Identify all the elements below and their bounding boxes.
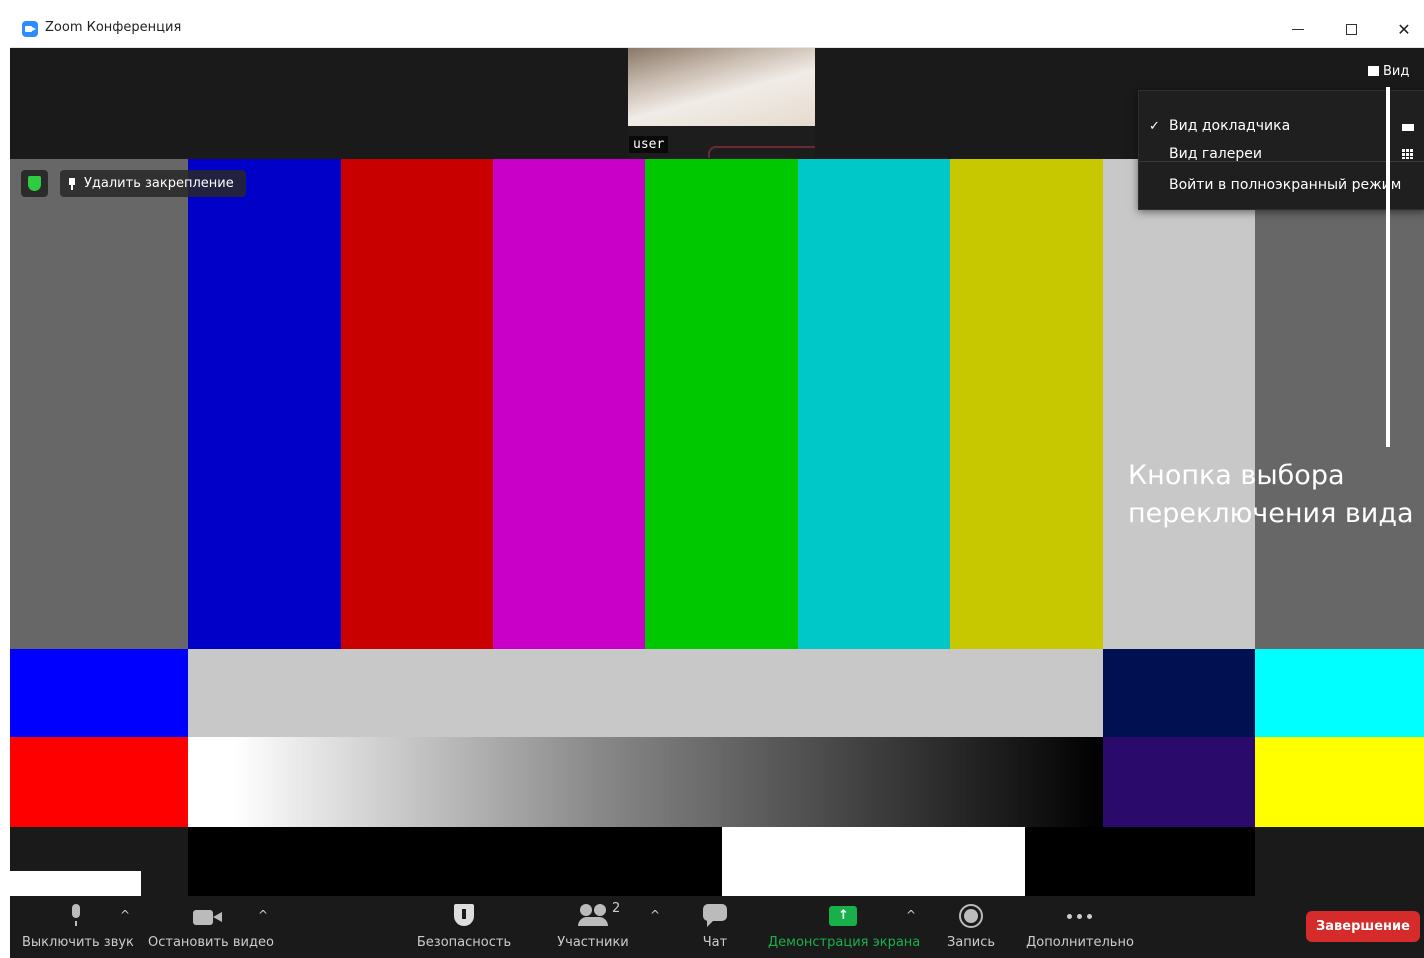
speaker-view-icon bbox=[1368, 66, 1379, 76]
color-bar-gray bbox=[10, 159, 188, 649]
color-block-black bbox=[188, 827, 722, 896]
more-button[interactable]: Дополнительно bbox=[1025, 896, 1135, 958]
maximize-icon bbox=[1345, 23, 1357, 35]
maximize-button[interactable] bbox=[1331, 16, 1371, 42]
menu-item-gallery-view[interactable]: Вид галереи bbox=[1139, 141, 1424, 167]
shield-check-icon bbox=[28, 176, 41, 191]
color-block-indigo bbox=[1103, 737, 1255, 827]
zoom-app-icon bbox=[22, 21, 38, 37]
color-bar-cyan bbox=[798, 159, 950, 649]
menu-divider bbox=[1139, 161, 1424, 162]
audio-options-chevron-icon[interactable]: ^ bbox=[120, 908, 130, 922]
participant-name: user bbox=[629, 136, 669, 153]
title-bar: Zoom Конференция ✕ bbox=[10, 11, 1424, 48]
color-block-gray bbox=[188, 649, 1103, 737]
close-icon: ✕ bbox=[1397, 19, 1411, 39]
grayscale-gradient bbox=[188, 737, 1103, 827]
chat-button[interactable]: Чат bbox=[690, 896, 740, 958]
record-icon bbox=[959, 904, 983, 928]
end-meeting-button[interactable]: Завершение bbox=[1306, 911, 1420, 942]
more-dots-icon bbox=[1065, 912, 1095, 920]
encryption-shield-badge[interactable] bbox=[21, 170, 48, 197]
speaker-view-icon bbox=[1402, 121, 1414, 131]
color-block-white bbox=[722, 827, 1025, 896]
shield-icon bbox=[454, 904, 474, 928]
remove-pin-label: Удалить закрепление bbox=[84, 176, 234, 191]
view-button-label: Вид bbox=[1383, 63, 1410, 79]
menu-item-fullscreen[interactable]: Войти в полноэкранный режим bbox=[1139, 172, 1424, 198]
participants-button[interactable]: 2 Участники bbox=[553, 896, 633, 958]
color-bar-green bbox=[645, 159, 798, 649]
annotation-pointer-line bbox=[1386, 87, 1390, 447]
menu-item-speaker-view[interactable]: ✓ Вид докладчика bbox=[1139, 113, 1424, 139]
color-block-navy bbox=[1103, 649, 1255, 737]
security-button[interactable]: Безопасность bbox=[416, 896, 512, 958]
participants-options-chevron-icon[interactable]: ^ bbox=[650, 908, 660, 922]
video-options-chevron-icon[interactable]: ^ bbox=[258, 908, 268, 922]
annotation-text: Кнопка выбора переключения вида bbox=[1128, 460, 1414, 529]
pin-icon bbox=[68, 177, 76, 190]
share-screen-arrow-icon: ↑ bbox=[829, 906, 857, 926]
remove-pin-button[interactable]: Удалить закрепление bbox=[60, 170, 246, 197]
window-title: Zoom Конференция bbox=[45, 20, 182, 35]
chat-bubble-icon bbox=[703, 904, 727, 927]
meeting-toolbar: Выключить звук ^ Остановить видео ^ Безо… bbox=[10, 896, 1424, 958]
participants-count: 2 bbox=[612, 901, 621, 916]
zoom-window: Zoom Конференция ✕ user Вид Удалить закр… bbox=[10, 11, 1424, 958]
color-bar-gray-right bbox=[1255, 159, 1424, 649]
minimize-button[interactable] bbox=[1278, 16, 1318, 42]
color-bar-magenta bbox=[493, 159, 645, 649]
color-block-blue bbox=[10, 649, 188, 737]
color-block-cyan bbox=[1255, 649, 1424, 737]
video-camera-icon bbox=[193, 908, 223, 926]
color-block-yellow bbox=[1255, 737, 1424, 827]
color-bar-light-gray bbox=[1103, 159, 1255, 649]
mute-button[interactable]: Выключить звук bbox=[22, 896, 134, 958]
participants-icon bbox=[578, 904, 608, 926]
color-bar-red bbox=[341, 159, 493, 649]
stop-video-button[interactable]: Остановить видео bbox=[148, 896, 274, 958]
color-bar-yellow bbox=[950, 159, 1103, 649]
record-button[interactable]: Запись bbox=[940, 896, 1002, 958]
share-options-chevron-icon[interactable]: ^ bbox=[906, 908, 916, 922]
close-button[interactable]: ✕ bbox=[1384, 16, 1424, 42]
gallery-view-icon bbox=[1402, 149, 1414, 159]
color-block-red bbox=[10, 737, 188, 827]
share-screen-button[interactable]: ↑ Демонстрация экрана bbox=[768, 896, 920, 958]
microphone-icon bbox=[69, 904, 83, 926]
view-dropdown-menu: ✓ Вид докладчика Вид галереи Войти в пол… bbox=[1138, 90, 1424, 210]
color-bar-blue bbox=[188, 159, 341, 649]
participant-video-thumbnail[interactable]: user bbox=[628, 48, 815, 158]
checkmark-icon: ✓ bbox=[1149, 118, 1160, 134]
view-button[interactable]: Вид bbox=[1368, 61, 1409, 81]
minimize-icon bbox=[1292, 28, 1304, 30]
